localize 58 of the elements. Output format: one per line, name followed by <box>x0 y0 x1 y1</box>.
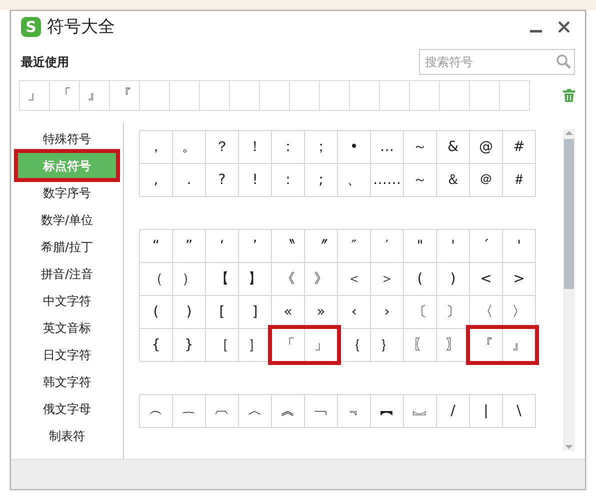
symbol-cell[interactable]: ︹ <box>205 394 239 428</box>
category-item[interactable]: 数字序号 <box>11 179 123 206</box>
scrollbar[interactable] <box>563 129 575 452</box>
category-item[interactable]: 英文音标 <box>11 314 123 342</box>
symbol-cell[interactable]: ＃ <box>502 163 536 198</box>
empty-slot <box>439 80 470 112</box>
empty-slot <box>289 80 320 112</box>
category-item[interactable]: 中文字符 <box>11 287 123 314</box>
symbol-cell[interactable]: ﹃ <box>337 394 371 428</box>
symbol-cell[interactable]: ︷ <box>172 394 206 428</box>
search-icon <box>556 54 571 69</box>
empty-slot <box>409 80 440 112</box>
empty-slot <box>229 80 260 112</box>
empty-slot <box>169 80 200 112</box>
symbol-cell[interactable]: | <box>469 394 503 428</box>
section-label: 最近使用 <box>21 54 69 71</box>
empty-slot <box>349 80 380 112</box>
category-item[interactable]: 拼音/注音 <box>11 260 123 288</box>
symbol-cell[interactable]: 「 <box>49 80 80 112</box>
symbol-cell[interactable]: ' <box>502 229 536 264</box>
symbol-cell[interactable]: “ <box>139 229 173 264</box>
search-field[interactable]: 搜索符号 <box>419 48 575 75</box>
symbol-cell[interactable]: , <box>139 163 173 198</box>
symbol-cell[interactable]: ︻ <box>370 394 404 428</box>
symbol-cell[interactable]: ︽ <box>271 394 305 428</box>
empty-slot <box>379 80 410 112</box>
scroll-down-icon[interactable] <box>563 443 575 452</box>
empty-slot <box>259 80 290 112</box>
symbol-cell[interactable]: ， <box>139 130 173 164</box>
symbol-cell[interactable]: ︵ <box>139 394 173 428</box>
symbol-cell[interactable]: 』 <box>79 80 110 112</box>
minimize-icon <box>530 30 542 33</box>
close-icon <box>558 21 570 34</box>
empty-slot <box>469 80 500 112</box>
symbol-cell[interactable]: / <box>436 394 470 428</box>
scroll-thumb[interactable] <box>564 139 574 290</box>
app-logo: S <box>21 17 41 38</box>
category-item[interactable]: 俄文字母 <box>11 395 123 422</box>
empty-slot <box>319 80 350 112</box>
category-item[interactable]: 数学/单位 <box>11 206 123 234</box>
category-item[interactable]: 制表符 <box>11 422 123 450</box>
empty-slot <box>499 80 530 112</box>
window-title: 符号大全 <box>47 16 115 39</box>
symbol-cell[interactable]: 」 <box>19 80 50 112</box>
symbol-cell[interactable]: 『 <box>109 80 140 112</box>
empty-slot <box>139 80 170 112</box>
symbol-cell[interactable]: ︗ <box>403 394 437 428</box>
symbol-cell[interactable]: { <box>139 328 173 362</box>
category-item[interactable]: 特殊符号 <box>11 125 123 152</box>
trash-icon[interactable] <box>563 89 575 102</box>
empty-slot <box>199 80 230 112</box>
category-item[interactable]: 韩文字符 <box>11 368 123 396</box>
symbol-cell[interactable]: \ <box>502 394 536 428</box>
category-item[interactable]: 希腊/拉丁 <box>11 233 123 260</box>
category-item[interactable]: 日文字符 <box>11 341 123 368</box>
symbol-cell[interactable]: ﹁ <box>304 394 338 428</box>
symbol-cell[interactable]: # <box>502 130 536 164</box>
symbol-cell[interactable]: ︿ <box>238 394 272 428</box>
